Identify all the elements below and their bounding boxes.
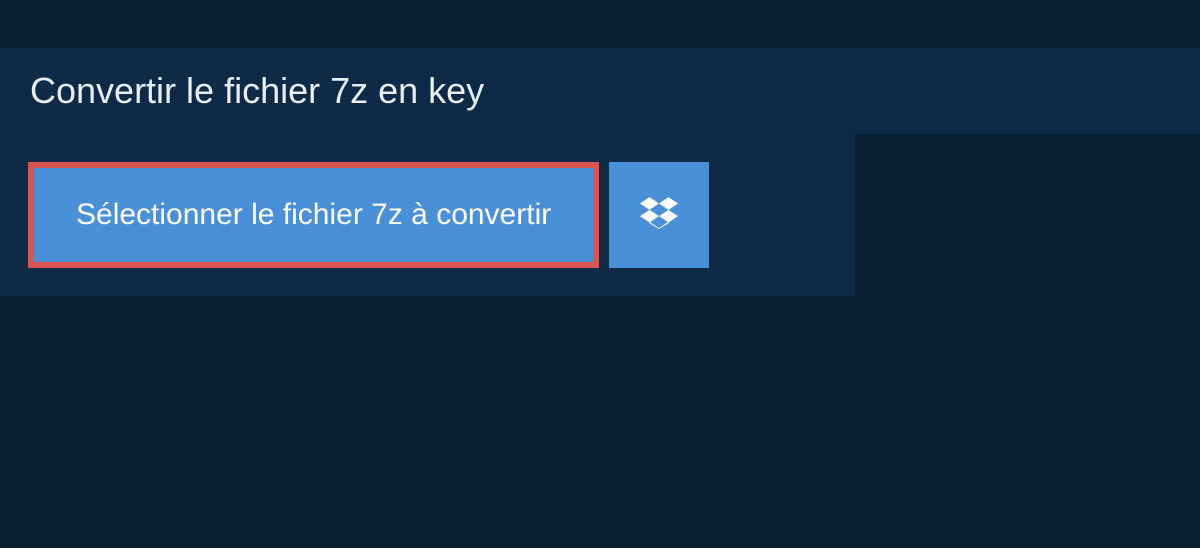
select-file-label: Sélectionner le fichier 7z à convertir [76, 198, 551, 232]
dropbox-button[interactable] [609, 162, 709, 268]
select-file-button[interactable]: Sélectionner le fichier 7z à convertir [28, 162, 599, 268]
header-band: Convertir le fichier 7z en key [0, 48, 1200, 134]
button-row: Sélectionner le fichier 7z à convertir [28, 162, 827, 268]
content-panel: Sélectionner le fichier 7z à convertir [0, 134, 855, 296]
page-title: Convertir le fichier 7z en key [0, 48, 514, 134]
dropbox-icon [640, 194, 678, 237]
